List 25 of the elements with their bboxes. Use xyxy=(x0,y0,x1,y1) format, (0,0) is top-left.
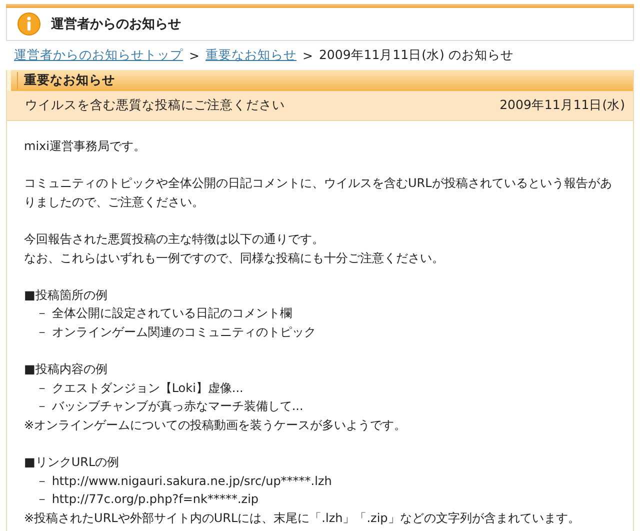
breadcrumb-link[interactable]: 運営者からのお知らせトップ xyxy=(14,47,183,64)
body-text: 今回報告された悪質投稿の主な特徴は以下の通りです。 xyxy=(24,230,325,248)
notice-subject: ウイルスを含む悪質な投稿にご注意ください xyxy=(25,97,285,114)
list-heading: ■リンクURLの例 xyxy=(24,454,120,472)
breadcrumb-current: 2009年11月11日(水) のお知らせ xyxy=(318,47,514,64)
body-text: mixi運営事務局です。 xyxy=(24,138,146,155)
list-item: － 全体公開に設定されている日記のコメント欄 xyxy=(35,305,293,322)
list-heading: ■投稿内容の例 xyxy=(24,361,108,378)
breadcrumb-link[interactable]: 重要なお知らせ xyxy=(205,47,296,64)
section-title: 重要なお知らせ xyxy=(17,72,115,89)
list-item: － http://77c.org/p.php?f=nk*****.zip xyxy=(35,491,260,508)
list-item: － クエストダンジョン【Loki】虚像... xyxy=(35,380,244,397)
page-title: 運営者からのお知らせ xyxy=(51,16,181,33)
list-item: － バッシブチャンブが真っ赤なマーチ装備して... xyxy=(35,398,304,416)
notice-date: 2009年11月11日(水) xyxy=(500,97,625,114)
info-icon xyxy=(17,12,41,36)
note-text: ※投稿されたURLや外部サイト内のURLには、末尾に「.lzh」「.zip」などの文字列が含まれています。 xyxy=(24,510,581,527)
body-text: コミュニティのトピックや全体公開の日記コメントに、ウイルスを含むURLが投稿されているという報告がありましたので、ご注意ください。 xyxy=(24,175,613,211)
list-item: － http://www.nigauri.sakura.ne.jp/src/up*****.lzh xyxy=(35,472,333,490)
body-text: なお、これらはいずれも一例ですので、同様な投稿にも十分ご注意ください。 xyxy=(24,250,445,267)
list-item: － オンラインゲーム関連のコミュニティのトピック xyxy=(35,324,317,341)
breadcrumb-separator: > xyxy=(189,48,200,63)
breadcrumb-separator: > xyxy=(302,48,313,63)
note-text: ※オンラインゲームについての投稿動画を装うケースが多いようです。 xyxy=(24,416,408,434)
list-heading: ■投稿箇所の例 xyxy=(24,286,108,304)
